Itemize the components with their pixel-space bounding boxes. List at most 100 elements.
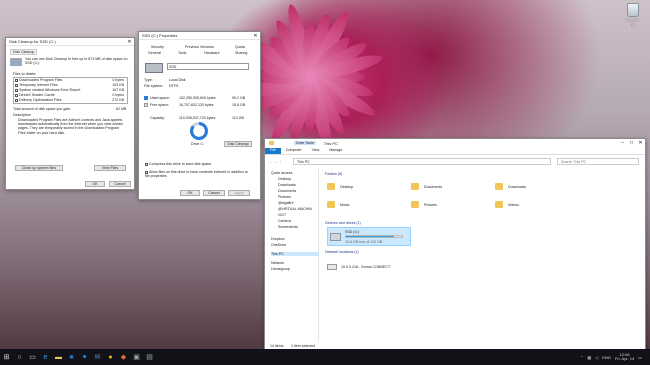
file-category-row[interactable]: ✓System created Windows Error Report 167 … xyxy=(15,88,126,92)
free-bytes: 16,757,632,120 bytes xyxy=(179,103,214,107)
drive-tile[interactable]: SSD (C:) 15.6 GB free of 110 GB xyxy=(327,227,411,246)
clean-system-files-button[interactable]: Clean up system files xyxy=(15,165,63,171)
language-indicator[interactable]: ENG xyxy=(602,355,611,360)
volume-icon[interactable]: ◁ xyxy=(595,355,598,360)
ok-button[interactable]: OK xyxy=(85,181,105,187)
twitter-icon[interactable]: ✦ xyxy=(78,349,91,365)
folder-icon xyxy=(495,201,503,208)
nav-item[interactable]: Pictures xyxy=(278,195,291,199)
properties-taskbar-icon[interactable]: ▤ xyxy=(143,349,156,365)
close-icon[interactable]: ✕ xyxy=(125,38,134,46)
tab-security[interactable]: Security xyxy=(151,45,164,49)
file-category-row[interactable]: ✓Temporary Internet Files 153 KB xyxy=(15,83,126,87)
status-selected: 1 item selected xyxy=(291,344,316,348)
disk-cleanup-taskbar-icon[interactable]: ▣ xyxy=(130,349,143,365)
folder-item[interactable]: Music xyxy=(340,203,349,207)
file-category-name: Delivery Optimization Files xyxy=(19,98,62,102)
tray-chevron-icon[interactable]: ⌃ xyxy=(580,355,583,360)
cancel-button[interactable]: Cancel xyxy=(203,190,225,196)
close-icon[interactable]: ✕ xyxy=(636,139,645,147)
ok-button[interactable]: OK xyxy=(180,190,200,196)
nav-item[interactable]: Homegroup xyxy=(271,267,290,271)
file-category-row[interactable]: Delivery Optimization Files 272 KB xyxy=(15,98,126,102)
fs-value: NTFS xyxy=(169,84,179,88)
tab-computer[interactable]: Computer xyxy=(281,148,307,154)
tab-quota[interactable]: Quota xyxy=(235,45,245,49)
ribbon-context-tab[interactable]: Drive Tools xyxy=(294,141,316,145)
nav-item[interactable]: Camera xyxy=(278,219,291,223)
index-checkbox[interactable]: ✓Allow files on this drive to have conte… xyxy=(145,170,253,178)
capacity-bytes: 119,008,537,720 bytes xyxy=(179,116,216,120)
address-bar[interactable]: This PC xyxy=(293,158,551,165)
mail-icon[interactable]: ✉ xyxy=(91,349,104,365)
nav-item[interactable]: @VIRTUAL MACHIN xyxy=(278,207,312,211)
edge-icon[interactable]: e xyxy=(39,349,52,365)
recycle-bin-shortcut[interactable]: Recycle Bin xyxy=(623,3,643,27)
app-icon[interactable]: ◆ xyxy=(117,349,130,365)
tab-file[interactable]: File xyxy=(265,148,281,154)
file-category-size: 0 bytes xyxy=(112,78,124,82)
folder-item[interactable]: Videos xyxy=(508,203,519,207)
task-view-icon[interactable]: ▭ xyxy=(26,349,39,365)
network-icon[interactable]: ▦ xyxy=(587,355,591,360)
maximize-icon[interactable]: □ xyxy=(627,139,636,147)
search-box[interactable]: Search This PC xyxy=(557,158,639,165)
cancel-button[interactable]: Cancel xyxy=(109,181,131,187)
minimize-icon[interactable]: – xyxy=(618,139,627,147)
nav-item[interactable]: OneDrive xyxy=(271,243,286,247)
folders-header[interactable]: Folders (6) xyxy=(325,172,342,176)
nav-item[interactable]: Desktop xyxy=(278,177,291,181)
tab-hardware[interactable]: Hardware xyxy=(204,51,220,55)
disk-cleanup-dialog: Disk Cleanup for SSD (C:) ✕ Disk Cleanup … xyxy=(5,37,135,190)
nav-item[interactable]: Screenshots xyxy=(278,225,298,229)
drive-name-field[interactable]: SSD xyxy=(167,63,249,70)
nav-item[interactable]: Documents xyxy=(278,189,296,193)
tab-view[interactable]: View xyxy=(307,148,325,154)
windows-start-icon[interactable]: ⊞ xyxy=(0,349,13,365)
nav-item[interactable]: This PC xyxy=(271,252,319,256)
folder-item[interactable]: Documents xyxy=(424,185,442,189)
nav-arrows[interactable]: ← → ↑ xyxy=(269,159,281,164)
capacity-gb: 110 GB xyxy=(232,116,244,120)
folder-icon xyxy=(495,183,503,190)
nav-item[interactable]: Dropbox xyxy=(271,237,285,241)
total-value: 62 MB xyxy=(116,107,127,111)
file-category-row[interactable]: DirectX Shader Cache 0 bytes xyxy=(15,93,126,97)
disk-cleanup-button[interactable]: Disk Cleanup xyxy=(224,141,252,147)
tab-tools[interactable]: Tools xyxy=(178,51,186,55)
nav-item[interactable]: Network xyxy=(271,261,284,265)
nav-item[interactable]: Downloads xyxy=(278,183,296,187)
tab-disk-cleanup[interactable]: Disk Cleanup xyxy=(10,49,38,55)
folder-icon xyxy=(411,183,419,190)
network-header[interactable]: Network locations (1) xyxy=(325,250,359,254)
compress-label: Compress this drive to save disk space xyxy=(149,162,212,166)
recycle-bin-label: Recycle Bin xyxy=(625,17,641,27)
nav-item[interactable]: 2017 xyxy=(278,213,286,217)
search-icon[interactable]: ○ xyxy=(13,349,26,365)
tab-general[interactable]: General xyxy=(148,51,161,55)
file-category-row[interactable]: ✓Downloaded Program Files 0 bytes xyxy=(15,78,126,82)
tab-manage[interactable]: Manage xyxy=(324,148,347,154)
clock[interactable]: 12:06 Fri, Apr. 14 xyxy=(615,352,634,362)
drive-label: Drive C: xyxy=(191,142,204,146)
nav-item[interactable]: Quick access xyxy=(271,171,292,175)
compress-checkbox[interactable]: Compress this drive to save disk space xyxy=(145,162,211,166)
chrome-icon[interactable]: ● xyxy=(104,349,117,365)
notifications-icon[interactable]: ▭ xyxy=(638,355,642,360)
drive-usage-bar xyxy=(345,235,403,238)
file-explorer-icon[interactable]: ▬ xyxy=(52,349,65,365)
folder-item[interactable]: Pictures xyxy=(424,203,437,207)
apply-button[interactable]: Apply xyxy=(228,190,250,196)
close-icon[interactable]: ✕ xyxy=(251,32,260,40)
folder-item[interactable]: Downloads xyxy=(508,185,526,189)
folder-item[interactable]: Desktop xyxy=(340,185,353,189)
tab-sharing[interactable]: Sharing xyxy=(235,51,247,55)
used-label: Used space: xyxy=(150,96,170,100)
type-value: Local Disk xyxy=(169,78,186,82)
network-location[interactable]: 10.0.0.218 - Sonos CONNECT xyxy=(341,265,390,269)
drives-header[interactable]: Devices and drives (1) xyxy=(325,221,361,225)
view-files-button[interactable]: View Files xyxy=(94,165,126,171)
store-icon[interactable]: ■ xyxy=(65,349,78,365)
tab-previous-versions[interactable]: Previous Versions xyxy=(185,45,214,49)
nav-item[interactable]: @bigaffre xyxy=(278,201,294,205)
